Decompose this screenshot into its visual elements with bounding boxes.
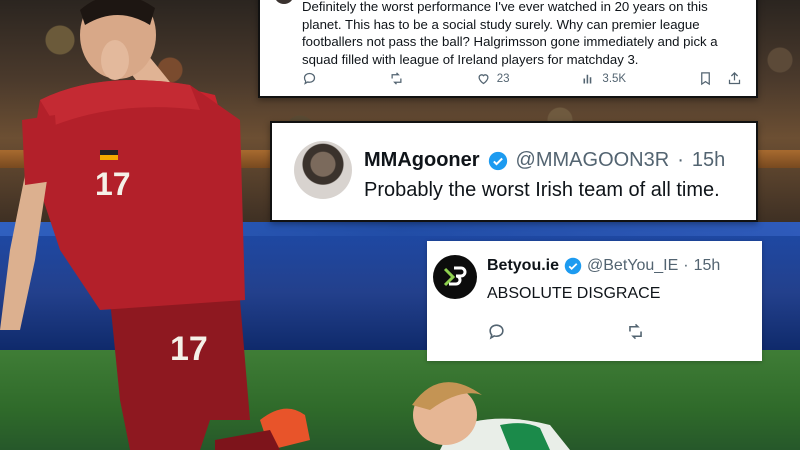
tweet-text: ABSOLUTE DISGRACE — [487, 285, 661, 302]
tweet-card-mmagooner: MMAgooner @MMAGOON3R · 15h Probably the … — [270, 121, 758, 222]
betyou-logo-icon — [443, 266, 467, 287]
reply-icon — [303, 72, 316, 85]
user-handle[interactable]: @BetYou_IE — [587, 257, 678, 275]
views-count: 3.5K — [602, 72, 627, 85]
separator-dot: · — [683, 257, 689, 274]
like-button[interactable]: 23 — [476, 71, 510, 86]
avatar — [433, 255, 477, 299]
tweet-text-line: footballers not pass the ball? Halgrimss… — [302, 34, 718, 49]
bookmark-icon[interactable] — [698, 71, 713, 86]
timestamp[interactable]: 15h — [692, 149, 725, 172]
heart-icon — [478, 74, 489, 85]
bookmark-share-group — [698, 71, 742, 86]
user-handle[interactable]: @MMAGOON3R — [516, 149, 670, 172]
tweet-header: MMAgooner @MMAGOON3R · 15h — [364, 149, 725, 172]
retweet-button[interactable] — [626, 322, 645, 341]
timestamp[interactable]: 15h — [694, 257, 721, 275]
tweet-text-line: squad filled with league of Ireland play… — [302, 51, 639, 67]
display-name[interactable]: Betyou.ie — [487, 257, 559, 275]
verified-badge-icon — [488, 151, 507, 170]
tweet-actions — [487, 322, 645, 341]
reply-button[interactable] — [487, 322, 506, 341]
tweet-text: Probably the worst Irish team of all tim… — [364, 179, 720, 201]
like-count: 23 — [496, 72, 510, 85]
tweet-card-betyou: Betyou.ie @BetYou_IE · 15h ABSOLUTE DISG… — [427, 241, 762, 361]
display-name[interactable]: MMAgooner — [364, 149, 480, 172]
shorts-number: 17 — [170, 330, 208, 368]
views-button[interactable]: 3.5K — [581, 71, 626, 86]
tweet-actions: 23 3.5K — [302, 71, 742, 86]
tweet-text-line: Definitely the worst performance I've ev… — [302, 0, 708, 14]
bar-chart-icon — [583, 74, 592, 84]
retweet-icon — [629, 323, 642, 340]
tweet-text: Definitely the worst performance I've ev… — [302, 0, 742, 68]
separator-dot: · — [677, 149, 684, 171]
reply-button[interactable] — [302, 71, 317, 86]
verified-badge-icon — [564, 257, 582, 275]
avatar — [294, 141, 352, 199]
avatar — [274, 0, 294, 4]
shirt-number: 17 — [95, 166, 131, 202]
retweet-button[interactable] — [389, 71, 404, 86]
tweet-header: Betyou.ie @BetYou_IE · 15h — [487, 257, 720, 275]
share-icon[interactable] — [727, 71, 742, 86]
reply-icon — [489, 324, 504, 340]
ireland-player — [412, 382, 570, 450]
retweet-icon — [391, 72, 402, 85]
tweet-text-line: planet. This has to be a social study su… — [302, 16, 700, 32]
tweet-card-top: Definitely the worst performance I've ev… — [258, 0, 758, 98]
